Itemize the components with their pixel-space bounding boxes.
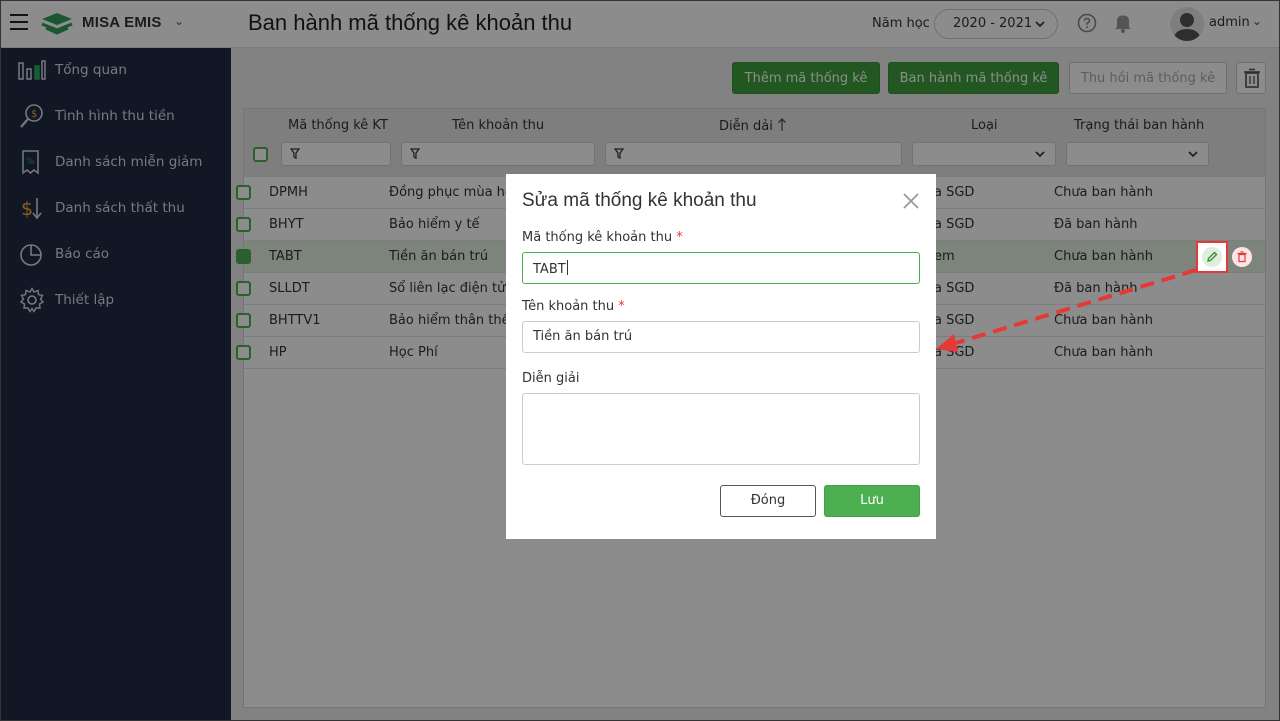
dialog-title: Sửa mã thống kê khoản thu bbox=[522, 190, 757, 211]
close-icon[interactable] bbox=[902, 192, 920, 210]
required-mark: * bbox=[618, 299, 625, 314]
code-field-label-text: Mã thống kê khoản thu bbox=[522, 230, 673, 245]
edit-code-dialog: Sửa mã thống kê khoản thu Mã thống kê kh… bbox=[506, 174, 936, 539]
delete-row-button[interactable] bbox=[1232, 247, 1252, 267]
code-input-value: TABT bbox=[533, 262, 566, 277]
text-cursor bbox=[566, 260, 568, 275]
close-button[interactable]: Đóng bbox=[720, 485, 816, 517]
code-input[interactable]: TABT bbox=[522, 252, 920, 284]
name-field-label: Tên khoản thu * bbox=[522, 299, 625, 314]
required-mark: * bbox=[676, 230, 683, 245]
description-textarea[interactable] bbox=[522, 393, 920, 465]
name-input-value: Tiền ăn bán trú bbox=[533, 329, 633, 344]
save-button[interactable]: Lưu bbox=[824, 485, 920, 517]
name-input[interactable]: Tiền ăn bán trú bbox=[522, 321, 920, 353]
description-field-label: Diễn giải bbox=[522, 371, 580, 386]
edit-button-bg bbox=[1202, 247, 1222, 267]
trash-icon bbox=[1237, 251, 1247, 263]
pencil-icon bbox=[1207, 251, 1218, 262]
edit-row-button[interactable] bbox=[1196, 241, 1228, 273]
name-field-label-text: Tên khoản thu bbox=[522, 299, 615, 314]
code-field-label: Mã thống kê khoản thu * bbox=[522, 230, 683, 245]
